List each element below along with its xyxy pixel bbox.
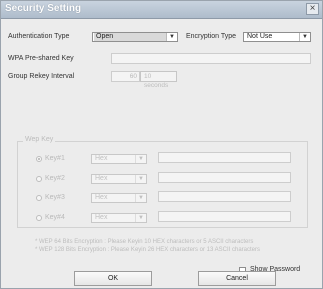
key2-format-value: Hex (95, 175, 108, 182)
chevron-down-icon: ▼ (135, 175, 146, 183)
wpa-preshared-key-input[interactable] (111, 53, 311, 64)
key1-format-select[interactable]: Hex ▼ (91, 154, 147, 164)
authentication-type-label: Authentication Type (8, 33, 70, 40)
chevron-down-icon: ▼ (299, 33, 310, 41)
close-button[interactable]: × (306, 3, 319, 15)
chevron-down-icon: ▼ (135, 214, 146, 222)
close-icon: × (309, 3, 316, 14)
security-setting-dialog: Security Setting × Authentication Type O… (0, 0, 323, 289)
authentication-type-select[interactable]: Open ▼ (92, 32, 178, 42)
ok-button[interactable]: OK (74, 271, 152, 286)
authentication-type-value: Open (94, 33, 166, 41)
group-rekey-interval-label: Group Rekey Interval (8, 73, 75, 80)
key4-input[interactable] (158, 211, 291, 222)
chevron-down-icon: ▼ (166, 33, 177, 41)
key1-input[interactable] (158, 152, 291, 163)
encryption-type-label: Encryption Type (186, 33, 237, 40)
group-rekey-interval-input[interactable]: 60 (111, 71, 140, 82)
wep64-note: * WEP 64 Bits Encryption : Please Keyin … (35, 239, 254, 245)
cancel-button[interactable]: Cancel (198, 271, 276, 286)
rekey-unit-button[interactable]: 10 seconds (140, 71, 177, 89)
key3-input[interactable] (158, 191, 291, 202)
wpa-preshared-key-label: WPA Pre-shared Key (8, 55, 74, 62)
key2-radio[interactable] (36, 176, 42, 182)
chevron-down-icon: ▼ (135, 194, 146, 202)
key3-label: Key#3 (45, 194, 65, 201)
key4-radio[interactable] (36, 215, 42, 221)
wep-key-legend: Wep Key (23, 136, 56, 143)
key4-format-value: Hex (95, 214, 108, 221)
key3-format-value: Hex (95, 194, 108, 201)
key4-label: Key#4 (45, 214, 65, 221)
dialog-title: Security Setting (5, 3, 82, 14)
key2-format-select[interactable]: Hex ▼ (91, 174, 147, 184)
wep128-note: * WEP 128 Bits Encryption : Please Keyin… (35, 247, 260, 253)
key2-label: Key#2 (45, 175, 65, 182)
key4-format-select[interactable]: Hex ▼ (91, 213, 147, 223)
key1-radio[interactable] (36, 156, 42, 162)
encryption-type-value: Not Use (247, 33, 273, 40)
chevron-down-icon: ▼ (135, 155, 146, 163)
key3-radio[interactable] (36, 195, 42, 201)
title-bar[interactable]: Security Setting × (1, 1, 322, 19)
key1-label: Key#1 (45, 155, 65, 162)
group-rekey-interval-value: 60 (129, 73, 137, 80)
key3-format-select[interactable]: Hex ▼ (91, 193, 147, 203)
encryption-type-select[interactable]: Not Use ▼ (243, 32, 311, 42)
key1-format-value: Hex (95, 155, 108, 162)
key2-input[interactable] (158, 172, 291, 183)
